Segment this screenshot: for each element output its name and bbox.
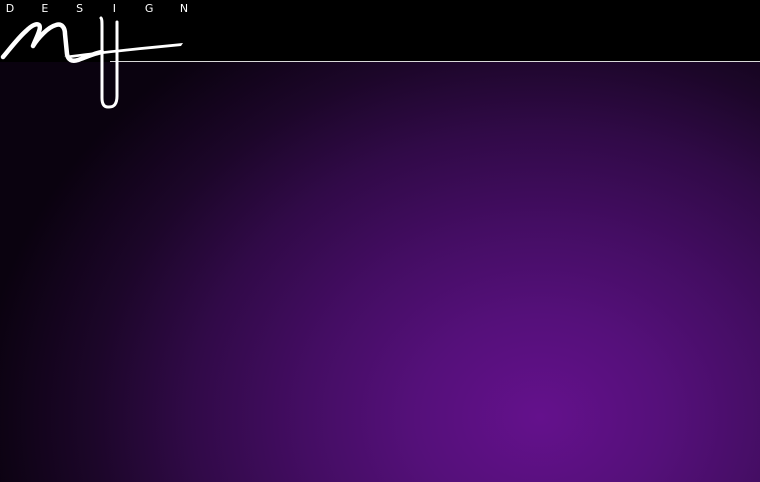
- purple-stage: [0, 62, 760, 482]
- header-divider: [110, 61, 760, 62]
- site-logo[interactable]: D E S I G N: [0, 0, 200, 112]
- logo-monogram-icon: [0, 16, 183, 109]
- page: D E S I G N: [0, 0, 760, 482]
